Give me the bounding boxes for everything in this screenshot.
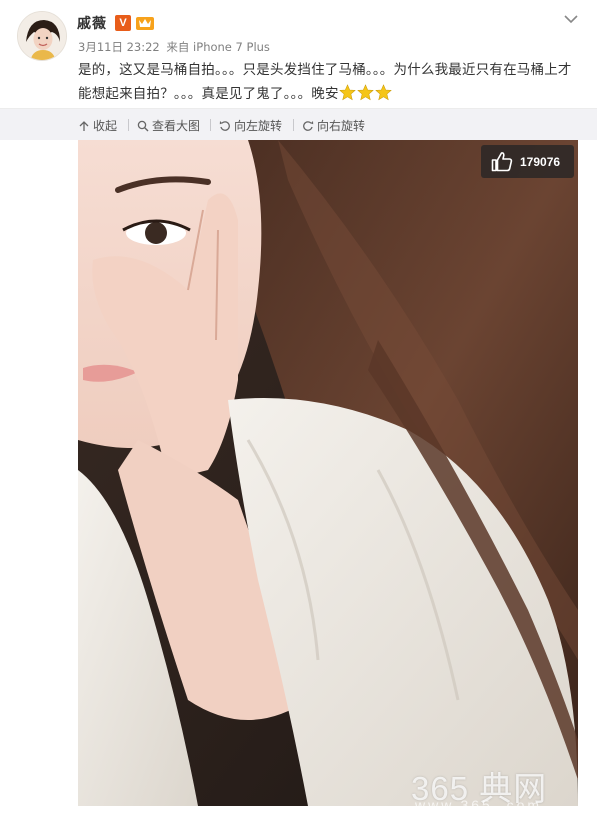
collapse-label: 收起 bbox=[93, 119, 118, 133]
post-time[interactable]: 3月11日 23:22 bbox=[78, 40, 160, 54]
toolbar-divider bbox=[210, 119, 211, 131]
arrow-up-icon bbox=[79, 120, 89, 131]
magnifier-icon bbox=[137, 120, 149, 131]
like-button[interactable]: 179076 bbox=[481, 145, 574, 178]
collapse-button[interactable]: 收起 bbox=[78, 117, 117, 134]
view-large-label: 查看大图 bbox=[152, 119, 201, 133]
rotate-right-label: 向右旋转 bbox=[317, 119, 366, 133]
chevron-down-icon[interactable] bbox=[564, 9, 578, 24]
name-row: 戚薇 V bbox=[77, 13, 154, 33]
star-icon bbox=[374, 84, 392, 101]
toolbar-divider bbox=[128, 119, 129, 131]
rotate-right-icon bbox=[303, 120, 314, 131]
post-photo[interactable] bbox=[78, 140, 578, 806]
post-text: 是的，这又是马桶自拍。。。只是头发挡住了马桶。。。为什么我最近只有在马桶上才能想… bbox=[78, 58, 583, 106]
thumbs-up-icon bbox=[491, 152, 513, 172]
avatar[interactable] bbox=[17, 11, 67, 61]
watermark-url: www.365..com bbox=[415, 797, 543, 813]
rotate-left-icon bbox=[219, 120, 230, 131]
rotate-right-button[interactable]: 向右旋转 bbox=[302, 117, 365, 134]
rotate-left-label: 向左旋转 bbox=[234, 119, 283, 133]
star-icon bbox=[356, 84, 374, 101]
post-source: 来自 iPhone 7 Plus bbox=[166, 40, 270, 54]
weibo-post: 戚薇 V 3月11日 23:22 来自 iPhone 7 Plus 是的，这又是… bbox=[0, 0, 597, 819]
toolbar-divider bbox=[293, 119, 294, 131]
post-meta: 3月11日 23:22 来自 iPhone 7 Plus bbox=[78, 39, 270, 55]
user-name[interactable]: 戚薇 bbox=[77, 13, 107, 33]
rotate-left-button[interactable]: 向左旋转 bbox=[219, 117, 282, 134]
verified-badge-icon: V bbox=[115, 15, 131, 31]
post-text-body: 是的，这又是马桶自拍。。。只是头发挡住了马桶。。。为什么我最近只有在马桶上才能想… bbox=[78, 62, 572, 102]
star-icon bbox=[338, 84, 356, 101]
like-count: 179076 bbox=[520, 154, 561, 169]
image-toolbar: 收起 查看大图 向左旋转 向右旋转 bbox=[0, 108, 597, 140]
vip-crown-icon[interactable] bbox=[136, 15, 154, 31]
view-large-button[interactable]: 查看大图 bbox=[137, 117, 200, 134]
